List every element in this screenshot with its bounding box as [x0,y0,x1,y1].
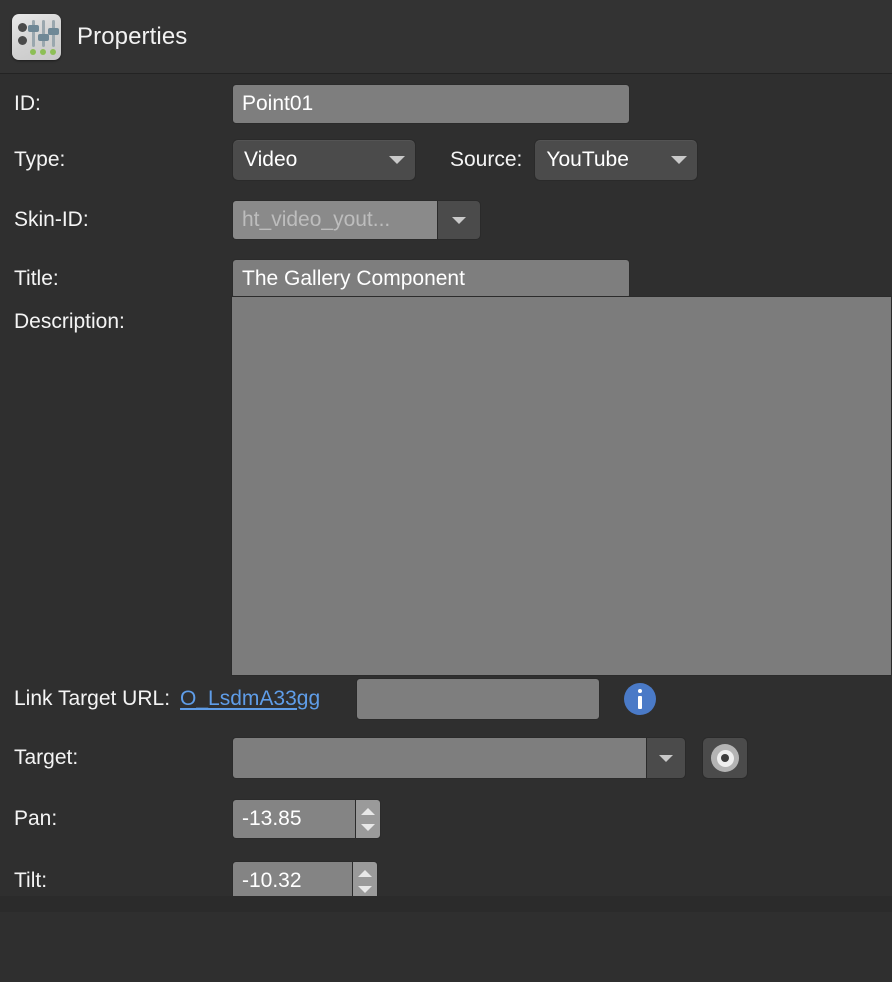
stepper-down-icon[interactable] [358,886,372,893]
title-input[interactable]: The Gallery Component [232,259,630,299]
type-dropdown[interactable]: Video [232,139,416,181]
target-dropdown-button[interactable] [646,737,686,779]
label-skin-id: Skin-ID: [14,208,232,232]
label-title: Title: [14,267,232,291]
row-target: Target: [0,728,892,788]
description-block: Description: [0,308,892,694]
pan-input[interactable]: -13.85 [232,799,355,839]
label-target: Target: [14,746,232,770]
stepper-up-icon[interactable] [361,808,375,815]
bullseye-icon [711,744,739,772]
target-input[interactable] [232,737,646,779]
page-title: Properties [77,23,187,51]
stepper-up-icon[interactable] [358,870,372,877]
label-tilt: Tilt: [14,869,232,893]
chevron-down-icon [389,156,405,164]
properties-form: ID: Point01 Type: Video Source: YouTube … [0,74,892,912]
row-skin-id: Skin-ID: ht_video_yout... [0,190,892,250]
skin-id-combo[interactable]: ht_video_yout... [232,200,481,240]
source-dropdown[interactable]: YouTube [534,139,698,181]
target-picker-button[interactable] [702,737,748,779]
label-type: Type: [14,148,232,172]
info-icon[interactable] [624,683,656,715]
stepper-down-icon[interactable] [361,824,375,831]
description-textarea[interactable] [231,296,892,676]
row-id: ID: Point01 [0,74,892,130]
pan-stepper[interactable]: -13.85 [232,799,381,839]
sliders-icon [12,14,61,60]
window-titlebar: Properties [0,0,892,74]
label-id: ID: [14,92,232,116]
chevron-down-icon [452,217,466,224]
pan-stepper-buttons[interactable] [355,799,381,839]
type-dropdown-value: Video [244,148,297,172]
label-description: Description: [14,310,125,334]
skin-id-dropdown-button[interactable] [437,200,481,240]
chevron-down-icon [659,755,673,762]
target-combo[interactable] [232,737,686,779]
bottom-band [0,896,892,912]
tilt-input[interactable]: -10.32 [232,861,352,901]
row-type-source: Type: Video Source: YouTube [0,130,892,190]
label-source: Source: [450,148,522,172]
source-dropdown-value: YouTube [546,148,629,172]
label-pan: Pan: [14,807,232,831]
id-input[interactable]: Point01 [232,84,630,124]
chevron-down-icon [671,156,687,164]
tilt-stepper-buttons[interactable] [352,861,378,901]
skin-id-input: ht_video_yout... [232,200,437,240]
tilt-stepper[interactable]: -10.32 [232,861,378,901]
row-pan: Pan: -13.85 [0,788,892,850]
